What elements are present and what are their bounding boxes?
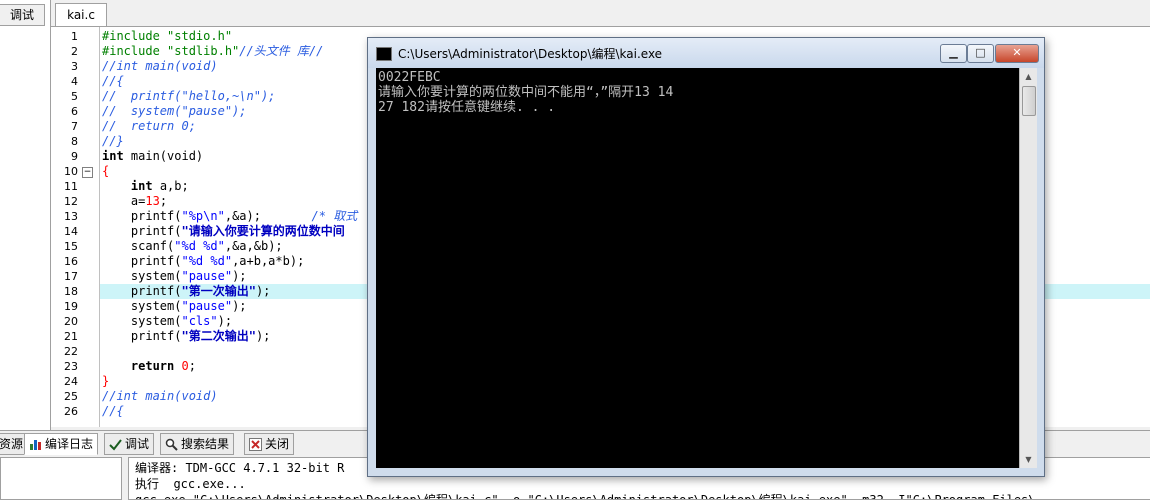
scrollbar-thumb[interactable] bbox=[1022, 86, 1036, 116]
line-number: 24 bbox=[64, 375, 78, 388]
code-line-18: printf("第一次输出"); bbox=[130, 284, 271, 298]
line-number: 12 bbox=[64, 195, 78, 208]
console-title-bar[interactable]: C:\Users\Administrator\Desktop\编程\kai.ex… bbox=[368, 38, 1044, 68]
tab-compile-log[interactable]: 编译日志 bbox=[24, 433, 99, 455]
code-line-24: } bbox=[102, 374, 110, 388]
code-line-16: printf("%d %d",a+b,a*b); bbox=[130, 254, 305, 268]
code-line-3: //int main(void) bbox=[102, 59, 218, 73]
code-line-12: a=13; bbox=[130, 194, 168, 208]
console-line: 27 182请按任意键继续. . . bbox=[378, 100, 556, 115]
code-line-17: system("pause"); bbox=[130, 269, 247, 283]
line-number: 6 bbox=[71, 105, 78, 118]
code-line-10: { bbox=[102, 164, 110, 178]
checkmark-icon bbox=[109, 438, 122, 451]
tab-close[interactable]: 关闭 bbox=[244, 433, 295, 455]
code-line-5: // printf("hello,~\n"); bbox=[102, 89, 276, 103]
console-line: 请输入你要计算的两位数中间不能用“，”隔开13 14 bbox=[378, 85, 674, 100]
console-app-icon bbox=[376, 47, 392, 61]
line-number: 16 bbox=[64, 255, 78, 268]
line-number: 13 bbox=[64, 210, 78, 223]
line-number: 15 bbox=[64, 240, 78, 253]
code-line-1: #include "stdio.h" bbox=[102, 29, 233, 43]
log-line: 编译器: TDM-GCC 4.7.1 32-bit R bbox=[135, 461, 345, 475]
line-number: 3 bbox=[71, 60, 78, 73]
maximize-button[interactable]: □ bbox=[967, 44, 994, 63]
code-line-25: //int main(void) bbox=[102, 389, 218, 403]
close-button[interactable]: ✕ bbox=[995, 44, 1039, 63]
line-number: 7 bbox=[71, 120, 78, 133]
code-line-23: return 0; bbox=[130, 359, 196, 373]
code-line-11: int a,b; bbox=[130, 179, 189, 193]
close-icon bbox=[249, 437, 262, 451]
scroll-up-icon[interactable]: ▲ bbox=[1020, 68, 1037, 85]
console-window[interactable]: C:\Users\Administrator\Desktop\编程\kai.ex… bbox=[367, 37, 1045, 477]
line-number: 26 bbox=[64, 405, 78, 418]
console-scrollbar[interactable]: ▲ ▼ bbox=[1019, 68, 1037, 468]
line-number: 8 bbox=[71, 135, 78, 148]
tab-kai-c[interactable]: kai.c bbox=[55, 3, 107, 26]
line-number: 18 bbox=[64, 285, 78, 298]
line-number: 25 bbox=[64, 390, 78, 403]
code-line-21: printf("第二次输出"); bbox=[130, 329, 271, 343]
line-number: 2 bbox=[71, 45, 78, 58]
tab-debug-left[interactable]: 调试 bbox=[0, 4, 45, 26]
code-line-20: system("cls"); bbox=[130, 314, 233, 328]
line-number: 9 bbox=[71, 150, 78, 163]
code-line-9: int main(void) bbox=[102, 149, 204, 163]
code-line-15: scanf("%d %d",&a,&b); bbox=[130, 239, 283, 253]
console-line: 0022FEBC bbox=[378, 70, 441, 85]
code-line-8: //} bbox=[102, 134, 124, 148]
line-number: 20 bbox=[64, 315, 78, 328]
code-line-19: system("pause"); bbox=[130, 299, 247, 313]
line-number: 19 bbox=[64, 300, 78, 313]
editor-tab-strip: kai.c bbox=[51, 0, 1150, 27]
code-line-2: #include "stdlib.h"//头文件 库// bbox=[102, 44, 324, 58]
minimize-button[interactable]: ▁ bbox=[940, 44, 967, 63]
scroll-down-icon[interactable]: ▼ bbox=[1020, 451, 1037, 468]
line-number: 11 bbox=[64, 180, 78, 193]
log-line: gcc.exe "C:\Users\Administrator\Desktop\… bbox=[135, 493, 1036, 500]
code-line-7: // return 0; bbox=[102, 119, 196, 133]
log-line: 执行 gcc.exe... bbox=[135, 477, 246, 491]
line-number: 17 bbox=[64, 270, 78, 283]
search-icon bbox=[165, 438, 178, 451]
bar-chart-icon bbox=[30, 439, 41, 450]
line-number: 21 bbox=[64, 330, 78, 343]
line-number: 10 bbox=[64, 165, 78, 178]
line-number: 23 bbox=[64, 360, 78, 373]
console-output[interactable]: 0022FEBC 请输入你要计算的两位数中间不能用“，”隔开13 14 27 1… bbox=[376, 68, 1019, 468]
project-panel: 调试 bbox=[0, 0, 51, 430]
line-number: 4 bbox=[71, 75, 78, 88]
line-number: 1 bbox=[71, 30, 78, 43]
code-line-13: printf("%p\n",&a); /* 取式 bbox=[130, 209, 358, 223]
line-number: 14 bbox=[64, 225, 78, 238]
log-side-panel bbox=[0, 457, 122, 500]
tab-debug[interactable]: 调试 bbox=[104, 433, 155, 455]
fold-toggle-icon[interactable]: − bbox=[82, 167, 93, 178]
console-title: C:\Users\Administrator\Desktop\编程\kai.ex… bbox=[398, 47, 663, 61]
line-number: 5 bbox=[71, 90, 78, 103]
tab-search-results[interactable]: 搜索结果 bbox=[160, 433, 235, 455]
code-line-14: printf("请输入你要计算的两位数中间 bbox=[130, 224, 345, 238]
code-line-6: // system("pause"); bbox=[102, 104, 247, 118]
line-number: 22 bbox=[64, 345, 78, 358]
code-line-4: //{ bbox=[102, 74, 124, 88]
code-line-26: //{ bbox=[102, 404, 124, 418]
